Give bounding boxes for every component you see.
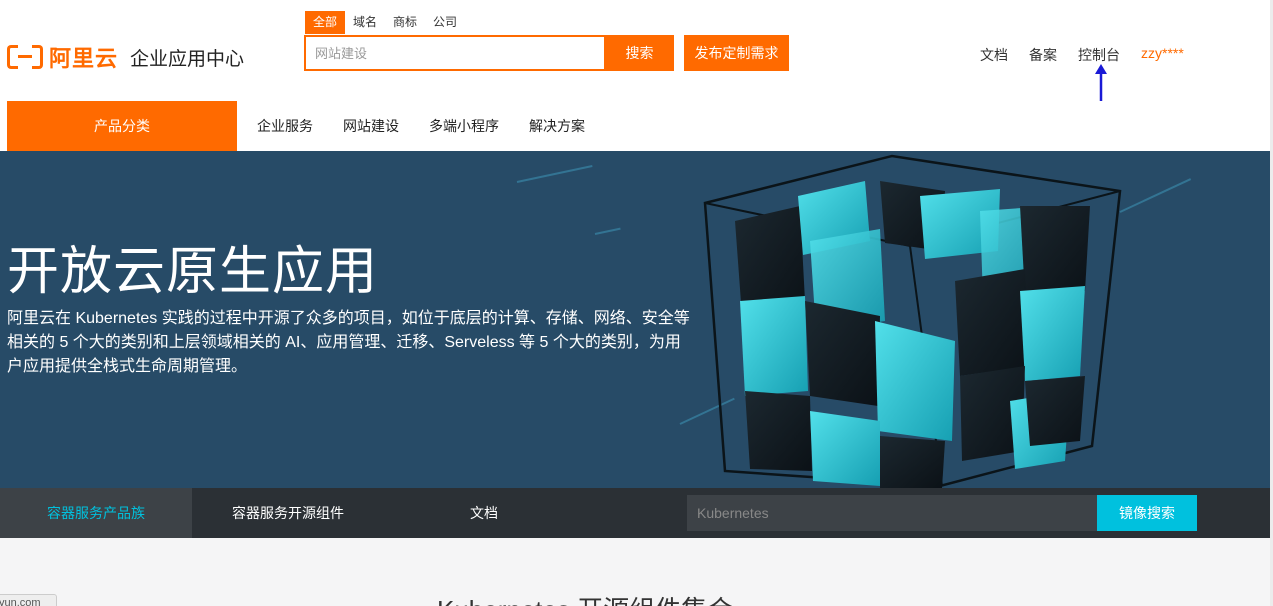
main-nav: 产品分类 企业服务 网站建设 多端小程序 解决方案 <box>0 101 1273 151</box>
user-account-link[interactable]: zzy**** <box>1141 45 1184 65</box>
nav-items: 企业服务 网站建设 多端小程序 解决方案 <box>257 101 615 151</box>
tab-docs[interactable]: 文档 <box>384 488 584 538</box>
hero-title: 开放云原生应用 <box>7 243 379 301</box>
top-links: 文档 备案 控制台 zzy**** <box>980 45 1184 65</box>
search-box <box>304 35 606 71</box>
corner-badge: yun.com <box>0 594 57 606</box>
search-scope-tabs: 全部 域名 商标 公司 <box>305 11 465 34</box>
light-streak <box>594 227 621 235</box>
mirror-search-button[interactable]: 镜像搜索 <box>1097 495 1197 531</box>
nav-item-mini-programs[interactable]: 多端小程序 <box>429 116 499 136</box>
section-title: Kubernetes 开源组件集合 <box>437 590 733 606</box>
hero-banner: 开放云原生应用 阿里云在 Kubernetes 实践的过程中开源了众多的项目，如… <box>0 151 1273 488</box>
docs-link[interactable]: 文档 <box>980 45 1008 65</box>
product-category-button[interactable]: 产品分类 <box>7 101 237 151</box>
logo-text: 阿里云 <box>49 46 119 71</box>
tab-container-products[interactable]: 容器服务产品族 <box>0 488 192 538</box>
search-input[interactable] <box>306 37 604 69</box>
nav-item-enterprise-services[interactable]: 企业服务 <box>257 116 313 136</box>
top-header: 阿里云 企业应用中心 全部 域名 商标 公司 搜索 发布定制需求 文档 备案 控… <box>0 0 1273 100</box>
tab-open-source-components[interactable]: 容器服务开源组件 <box>192 488 384 538</box>
light-streak <box>516 165 593 183</box>
page: 阿里云 企业应用中心 全部 域名 商标 公司 搜索 发布定制需求 文档 备案 控… <box>0 0 1273 606</box>
search-tab-all[interactable]: 全部 <box>305 11 346 34</box>
hero-description: 阿里云在 Kubernetes 实践的过程中开源了众多的项目，如位于底层的计算、… <box>7 310 690 375</box>
product-subnav: 容器服务产品族 容器服务开源组件 文档 镜像搜索 <box>0 488 1273 538</box>
search-tab-trademark[interactable]: 商标 <box>385 11 425 34</box>
cube-illustration <box>703 154 1122 488</box>
search-tab-company[interactable]: 公司 <box>425 11 465 34</box>
mirror-search-input[interactable] <box>687 495 1097 531</box>
logo-subtitle: 企业应用中心 <box>130 48 245 70</box>
search-tab-domain[interactable]: 域名 <box>345 11 385 34</box>
aliyun-logo-icon <box>7 45 43 69</box>
icp-filing-link[interactable]: 备案 <box>1029 45 1057 65</box>
nav-item-solutions[interactable]: 解决方案 <box>529 116 585 136</box>
aliyun-logo[interactable]: 阿里云 企业应用中心 <box>7 41 244 73</box>
nav-item-website-building[interactable]: 网站建设 <box>343 116 399 136</box>
content-area: Kubernetes 开源组件集合 yun.com <box>0 538 1273 606</box>
search-button[interactable]: 搜索 <box>605 35 674 71</box>
publish-request-button[interactable]: 发布定制需求 <box>684 35 789 71</box>
